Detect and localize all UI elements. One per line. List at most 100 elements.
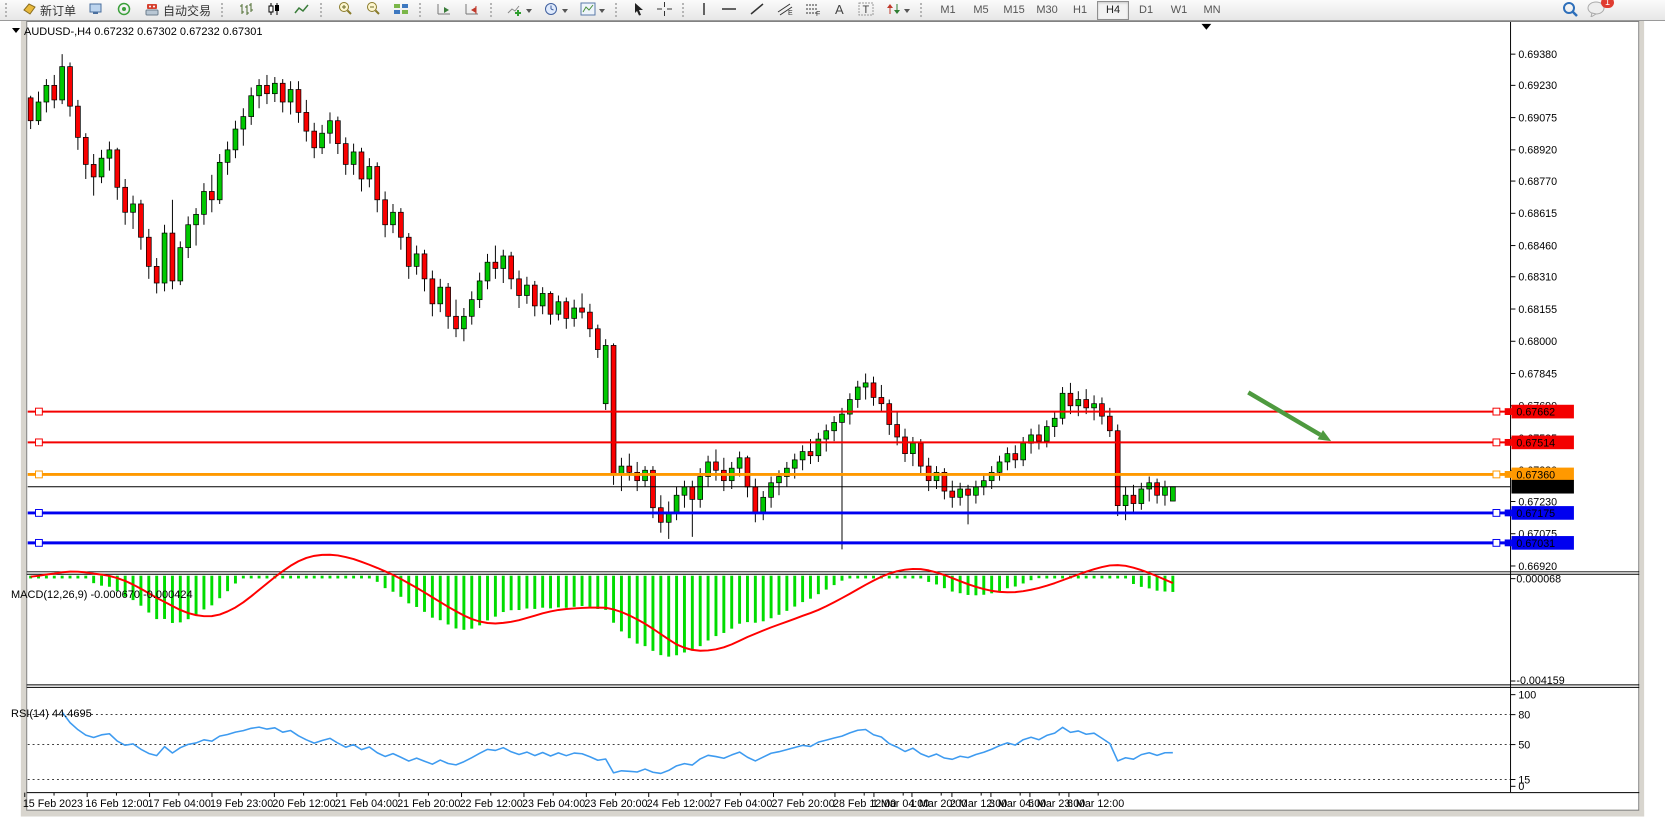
search-icon[interactable] <box>1562 1 1579 20</box>
charts-profile-button[interactable] <box>83 1 109 19</box>
toolbar-grip[interactable] <box>920 3 927 17</box>
svg-text:17 Feb 04:00: 17 Feb 04:00 <box>148 798 211 810</box>
timeframe-button-m1[interactable]: M1 <box>932 1 964 20</box>
svg-text:0.69075: 0.69075 <box>1518 113 1557 125</box>
chart-shift-button[interactable] <box>459 1 485 19</box>
templates-dropdown[interactable] <box>575 1 610 19</box>
window-edge-right <box>1639 21 1644 817</box>
svg-text:0.69380: 0.69380 <box>1518 49 1557 61</box>
zoom-in-icon <box>337 1 353 19</box>
auto-scroll-icon <box>436 2 452 19</box>
svg-text:27 Feb 04:00: 27 Feb 04:00 <box>709 798 772 810</box>
svg-text:19 Feb 23:00: 19 Feb 23:00 <box>210 798 273 810</box>
svg-text:0.67301: 0.67301 <box>1516 482 1555 494</box>
toolbar-grip[interactable] <box>221 3 228 17</box>
cursor-icon <box>632 2 645 19</box>
chart-canvas[interactable]: 0.693800.692300.690750.689200.687700.686… <box>0 21 1665 837</box>
chevron-down-icon <box>599 9 605 16</box>
svg-text:0.68000: 0.68000 <box>1518 336 1557 348</box>
trendline-button[interactable] <box>744 1 770 19</box>
zoom-in-button[interactable] <box>332 1 358 19</box>
svg-text:0.67514: 0.67514 <box>1516 437 1555 449</box>
svg-text:6 Mar 12:00: 6 Mar 12:00 <box>1067 798 1124 810</box>
window-edge-left <box>21 21 27 817</box>
template-icon <box>580 2 596 19</box>
text-label-icon: T <box>858 2 874 19</box>
svg-text:20 Feb 12:00: 20 Feb 12:00 <box>272 798 335 810</box>
svg-text:0.67175: 0.67175 <box>1516 508 1555 520</box>
bar-chart-button[interactable] <box>233 1 259 19</box>
text-button[interactable]: A <box>828 1 851 19</box>
line-chart-button[interactable] <box>289 1 315 19</box>
toolbar-grip[interactable] <box>5 3 12 17</box>
autotrading-button[interactable]: 自动交易 <box>139 1 216 19</box>
toolbar-grip[interactable] <box>490 3 497 17</box>
svg-text:80: 80 <box>1518 710 1530 722</box>
timeframe-button-m15[interactable]: M15 <box>998 1 1030 20</box>
macd-label: MACD(12,26,9) -0.000670 -0.000424 <box>11 589 193 601</box>
svg-text:0.69230: 0.69230 <box>1518 80 1557 92</box>
indicators-icon <box>507 2 523 19</box>
timeframe-button-m30[interactable]: M30 <box>1031 1 1063 20</box>
arrows-icon <box>886 2 901 19</box>
line-chart-icon <box>294 2 310 19</box>
svg-text:50: 50 <box>1518 739 1530 751</box>
timeframe-button-mn[interactable]: MN <box>1196 1 1228 20</box>
svg-text:15 Feb 2023: 15 Feb 2023 <box>23 798 83 810</box>
chart-background <box>27 21 1640 811</box>
new-order-icon <box>22 2 37 19</box>
mt4-window: 新订单 自动交易 <box>0 0 1665 837</box>
toolbar-grip[interactable] <box>419 3 426 17</box>
shapes-dropdown[interactable] <box>881 1 915 19</box>
svg-text:0.68310: 0.68310 <box>1518 272 1557 284</box>
svg-text:0.68770: 0.68770 <box>1518 176 1557 188</box>
new-order-button[interactable]: 新订单 <box>17 1 81 19</box>
svg-text:100: 100 <box>1518 690 1536 702</box>
timeframe-button-w1[interactable]: W1 <box>1163 1 1195 20</box>
auto-scroll-button[interactable] <box>431 1 457 19</box>
timeframe-button-m5[interactable]: M5 <box>965 1 997 20</box>
text-icon: A <box>833 2 846 19</box>
signal-icon <box>116 2 132 19</box>
svg-text:0.67360: 0.67360 <box>1516 469 1555 481</box>
timeframe-button-h1[interactable]: H1 <box>1064 1 1096 20</box>
svg-text:0.000068: 0.000068 <box>1516 574 1561 586</box>
tile-windows-button[interactable] <box>388 1 414 19</box>
text-label-button[interactable]: T <box>853 1 879 19</box>
chart-title[interactable]: AUDUSD-,H4 0.67232 0.67302 0.67232 0.673… <box>12 26 263 38</box>
chart-expand-icon[interactable] <box>12 28 20 37</box>
fibonacci-button[interactable]: F <box>800 1 826 19</box>
zoom-out-button[interactable] <box>360 1 386 19</box>
toolbar: 新订单 自动交易 <box>0 0 1665 21</box>
svg-text:0.67662: 0.67662 <box>1516 406 1555 418</box>
notification-badge: 1 <box>1601 0 1614 8</box>
crosshair-button[interactable] <box>652 1 677 19</box>
timeframe-button-d1[interactable]: D1 <box>1130 1 1162 20</box>
periods-dropdown[interactable] <box>539 1 573 19</box>
svg-text:0.68920: 0.68920 <box>1518 145 1557 157</box>
trendline-icon <box>749 2 765 19</box>
notifications-button[interactable]: 1 <box>1587 1 1607 20</box>
cursor-button[interactable] <box>627 1 650 19</box>
signals-button[interactable] <box>111 1 137 19</box>
toolbar-grip[interactable] <box>615 3 622 17</box>
horizontal-line-button[interactable] <box>716 1 742 19</box>
svg-text:23 Feb 04:00: 23 Feb 04:00 <box>522 798 585 810</box>
toolbar-grip[interactable] <box>682 3 689 17</box>
candlestick-icon <box>266 2 282 19</box>
bar-chart-icon <box>238 2 254 19</box>
toolbar-grip[interactable] <box>320 3 327 17</box>
timeframe-group: M1M5M15M30H1H4D1W1MN <box>932 1 1228 20</box>
vertical-line-button[interactable] <box>694 1 714 19</box>
profile-icon <box>88 2 104 19</box>
svg-text:22 Feb 12:00: 22 Feb 12:00 <box>460 798 523 810</box>
indicators-dropdown[interactable] <box>502 1 537 19</box>
svg-text:0.66920: 0.66920 <box>1518 561 1557 573</box>
candlestick-chart-button[interactable] <box>261 1 287 19</box>
svg-text:0.68155: 0.68155 <box>1518 304 1557 316</box>
svg-text:0: 0 <box>1518 781 1524 793</box>
equidistant-channel-button[interactable]: E <box>772 1 798 19</box>
svg-text:0.68460: 0.68460 <box>1518 240 1557 252</box>
svg-text:T: T <box>863 4 870 16</box>
timeframe-button-h4[interactable]: H4 <box>1097 1 1129 20</box>
